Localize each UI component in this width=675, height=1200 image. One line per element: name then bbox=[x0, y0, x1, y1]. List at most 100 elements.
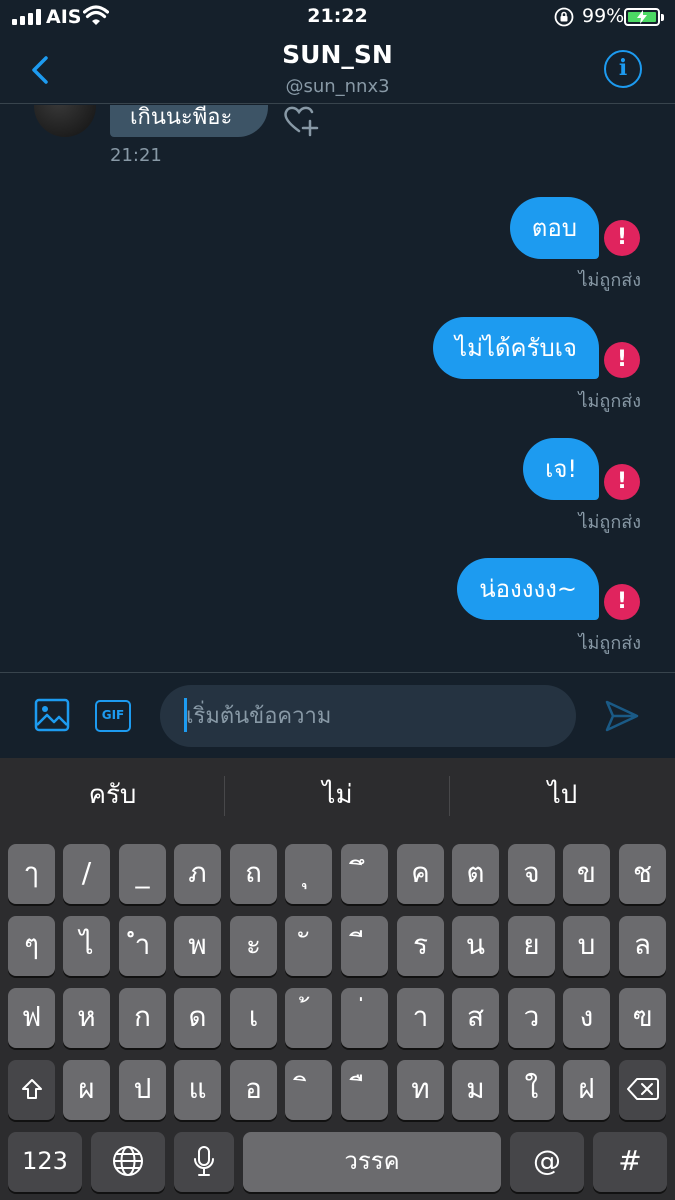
battery-percentage: 99% bbox=[582, 5, 625, 27]
key[interactable]: ร bbox=[397, 916, 444, 976]
dictation-key[interactable] bbox=[174, 1132, 234, 1192]
outgoing-message-bubble[interactable]: น่องงงง~ bbox=[457, 558, 599, 620]
send-icon[interactable] bbox=[604, 699, 640, 733]
key[interactable]: ะ bbox=[230, 916, 277, 976]
outgoing-message-bubble[interactable]: ตอบ bbox=[509, 197, 599, 259]
not-sent-status: ไม่ถูกส่ง bbox=[578, 633, 642, 654]
key[interactable]: ใ bbox=[508, 1060, 555, 1120]
key[interactable]: ย bbox=[508, 916, 555, 976]
info-icon: i bbox=[618, 55, 628, 81]
suggestion-bar: ครับ ไม่ ไป bbox=[0, 758, 675, 834]
orientation-lock-icon bbox=[554, 7, 574, 27]
message-timestamp: 21:21 bbox=[110, 145, 162, 166]
key[interactable]: ก bbox=[119, 988, 166, 1048]
outgoing-message-text: น่องงงง~ bbox=[479, 575, 577, 603]
key[interactable]: ฃ bbox=[619, 988, 666, 1048]
status-bar: AIS 21:22 99% bbox=[0, 0, 675, 36]
key[interactable]: ข bbox=[563, 844, 610, 904]
backspace-key[interactable] bbox=[619, 1060, 666, 1120]
key[interactable]: ฟ bbox=[8, 988, 55, 1048]
outgoing-message-bubble[interactable]: ไม่ได้ครับเจ bbox=[433, 317, 599, 379]
key[interactable]: ุ bbox=[285, 844, 332, 904]
key[interactable]: ด bbox=[174, 988, 221, 1048]
key[interactable]: ถ bbox=[230, 844, 277, 904]
key[interactable]: ั bbox=[285, 916, 332, 976]
key[interactable]: ผ bbox=[63, 1060, 110, 1120]
numbers-key[interactable]: 123 bbox=[8, 1132, 82, 1192]
key[interactable]: ท bbox=[397, 1060, 444, 1120]
error-alert-icon[interactable]: ! bbox=[604, 342, 640, 378]
message-composer: GIF bbox=[0, 672, 675, 758]
outgoing-message-text: เจ! bbox=[545, 455, 577, 483]
error-alert-icon[interactable]: ! bbox=[604, 584, 640, 620]
key[interactable]: แ bbox=[174, 1060, 221, 1120]
space-key[interactable]: วรรค bbox=[243, 1132, 501, 1192]
key[interactable]: ง bbox=[563, 988, 610, 1048]
key[interactable]: / bbox=[63, 844, 110, 904]
hash-key[interactable]: # bbox=[593, 1132, 667, 1192]
suggestion-item[interactable]: ครับ bbox=[0, 774, 225, 815]
key[interactable]: ต bbox=[452, 844, 499, 904]
key[interactable]: อ bbox=[230, 1060, 277, 1120]
key[interactable]: ึ bbox=[341, 844, 388, 904]
key[interactable]: ป bbox=[119, 1060, 166, 1120]
not-sent-status: ไม่ถูกส่ง bbox=[578, 391, 642, 412]
backspace-icon bbox=[626, 1078, 659, 1100]
text-cursor bbox=[184, 698, 187, 732]
info-button[interactable]: i bbox=[604, 50, 642, 88]
microphone-icon bbox=[194, 1146, 214, 1176]
battery-icon bbox=[624, 8, 664, 26]
incoming-message-bubble[interactable]: เกินนะพี่อะ bbox=[110, 105, 268, 137]
key[interactable]: เ bbox=[230, 988, 277, 1048]
key[interactable]: ฝ bbox=[563, 1060, 610, 1120]
outgoing-message-text: ตอบ bbox=[531, 214, 577, 242]
not-sent-status: ไม่ถูกส่ง bbox=[578, 270, 642, 291]
avatar[interactable] bbox=[34, 105, 96, 137]
key[interactable]: ี bbox=[341, 916, 388, 976]
key[interactable]: จ bbox=[508, 844, 555, 904]
key[interactable]: ๅ bbox=[8, 844, 55, 904]
suggestion-item[interactable]: ไป bbox=[450, 774, 675, 815]
incoming-message-text: เกินนะพี่อะ bbox=[130, 105, 233, 130]
gif-icon[interactable]: GIF bbox=[95, 700, 131, 732]
keyboard: ครับ ไม่ ไป ๅ / _ ภ ถ ุ ึ ค ต จ ข ช ๆ ไ … bbox=[0, 758, 675, 1200]
key[interactable]: ่ bbox=[341, 988, 388, 1048]
key[interactable]: ส bbox=[452, 988, 499, 1048]
key[interactable]: า bbox=[397, 988, 444, 1048]
key[interactable]: ๆ bbox=[8, 916, 55, 976]
globe-key[interactable] bbox=[91, 1132, 165, 1192]
outgoing-message-text: ไม่ได้ครับเจ bbox=[455, 334, 577, 362]
key[interactable]: ห bbox=[63, 988, 110, 1048]
shift-key[interactable] bbox=[8, 1060, 55, 1120]
conversation-title: SUN_SN bbox=[282, 40, 393, 69]
key[interactable]: ้ bbox=[285, 988, 332, 1048]
message-list[interactable]: เกินนะพี่อะ 21:21 ตอบ ! ไม่ถูกส่ง ไม่ได้… bbox=[0, 105, 675, 672]
shift-icon bbox=[21, 1079, 42, 1099]
key[interactable]: ื bbox=[341, 1060, 388, 1120]
outgoing-message-bubble[interactable]: เจ! bbox=[523, 438, 599, 500]
key[interactable]: _ bbox=[119, 844, 166, 904]
at-key[interactable]: @ bbox=[510, 1132, 584, 1192]
key[interactable]: ิ bbox=[285, 1060, 332, 1120]
key[interactable]: ล bbox=[619, 916, 666, 976]
key[interactable]: น bbox=[452, 916, 499, 976]
key[interactable]: ว bbox=[508, 988, 555, 1048]
key[interactable]: ำ bbox=[119, 916, 166, 976]
globe-icon bbox=[113, 1146, 143, 1176]
conversation-header: SUN_SN @sun_nnx3 i bbox=[0, 36, 675, 104]
key[interactable]: ภ bbox=[174, 844, 221, 904]
key[interactable]: พ bbox=[174, 916, 221, 976]
message-input[interactable] bbox=[160, 685, 576, 747]
key[interactable]: ช bbox=[619, 844, 666, 904]
key[interactable]: ไ bbox=[63, 916, 110, 976]
key[interactable]: ม bbox=[452, 1060, 499, 1120]
suggestion-item[interactable]: ไม่ bbox=[225, 774, 450, 815]
key[interactable]: ค bbox=[397, 844, 444, 904]
conversation-handle: @sun_nnx3 bbox=[285, 76, 390, 97]
add-reaction-heart-icon[interactable] bbox=[282, 105, 320, 137]
not-sent-status: ไม่ถูกส่ง bbox=[578, 512, 642, 533]
error-alert-icon[interactable]: ! bbox=[604, 464, 640, 500]
key[interactable]: บ bbox=[563, 916, 610, 976]
error-alert-icon[interactable]: ! bbox=[604, 220, 640, 256]
image-icon[interactable] bbox=[34, 698, 70, 732]
